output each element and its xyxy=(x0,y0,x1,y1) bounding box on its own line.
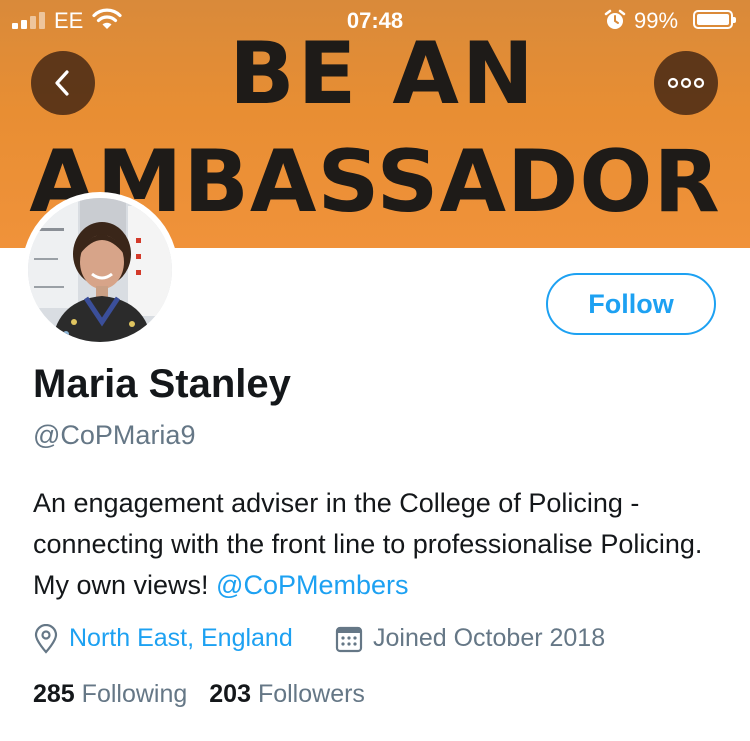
followers-label: Followers xyxy=(257,680,365,708)
back-button[interactable] xyxy=(31,51,95,115)
avatar[interactable] xyxy=(28,198,172,342)
profile-photo xyxy=(28,198,172,342)
profile-handle: @CoPMaria9 xyxy=(33,420,196,450)
joined-date: Joined October 2018 xyxy=(373,624,606,652)
more-options-button[interactable] xyxy=(654,51,718,115)
avatar-frame[interactable] xyxy=(22,192,178,348)
following-label: Following xyxy=(81,680,188,708)
battery-percentage: 99% xyxy=(634,8,679,33)
profile-name: Maria Stanley xyxy=(33,362,291,406)
battery-icon xyxy=(693,10,736,29)
bio-mention-link[interactable]: @CoPMembers xyxy=(216,570,408,600)
status-bar: EE 07:48 99% xyxy=(0,0,750,40)
calendar-icon xyxy=(335,626,363,653)
follow-stats: 285 Following 203 Followers xyxy=(33,680,365,709)
followers-stat[interactable]: 203 Followers xyxy=(209,680,365,708)
follow-button[interactable]: Follow xyxy=(546,273,716,335)
followers-count: 203 xyxy=(209,680,251,708)
following-stat[interactable]: 285 Following xyxy=(33,680,187,708)
location-pin-icon xyxy=(34,624,58,654)
location-link[interactable]: North East, England xyxy=(69,624,293,653)
profile-bio: An engagement adviser in the College of … xyxy=(33,483,723,606)
alarm-icon xyxy=(604,9,626,29)
following-count: 285 xyxy=(33,680,75,708)
chevron-left-icon xyxy=(55,70,69,96)
more-horizontal-icon xyxy=(667,77,705,89)
